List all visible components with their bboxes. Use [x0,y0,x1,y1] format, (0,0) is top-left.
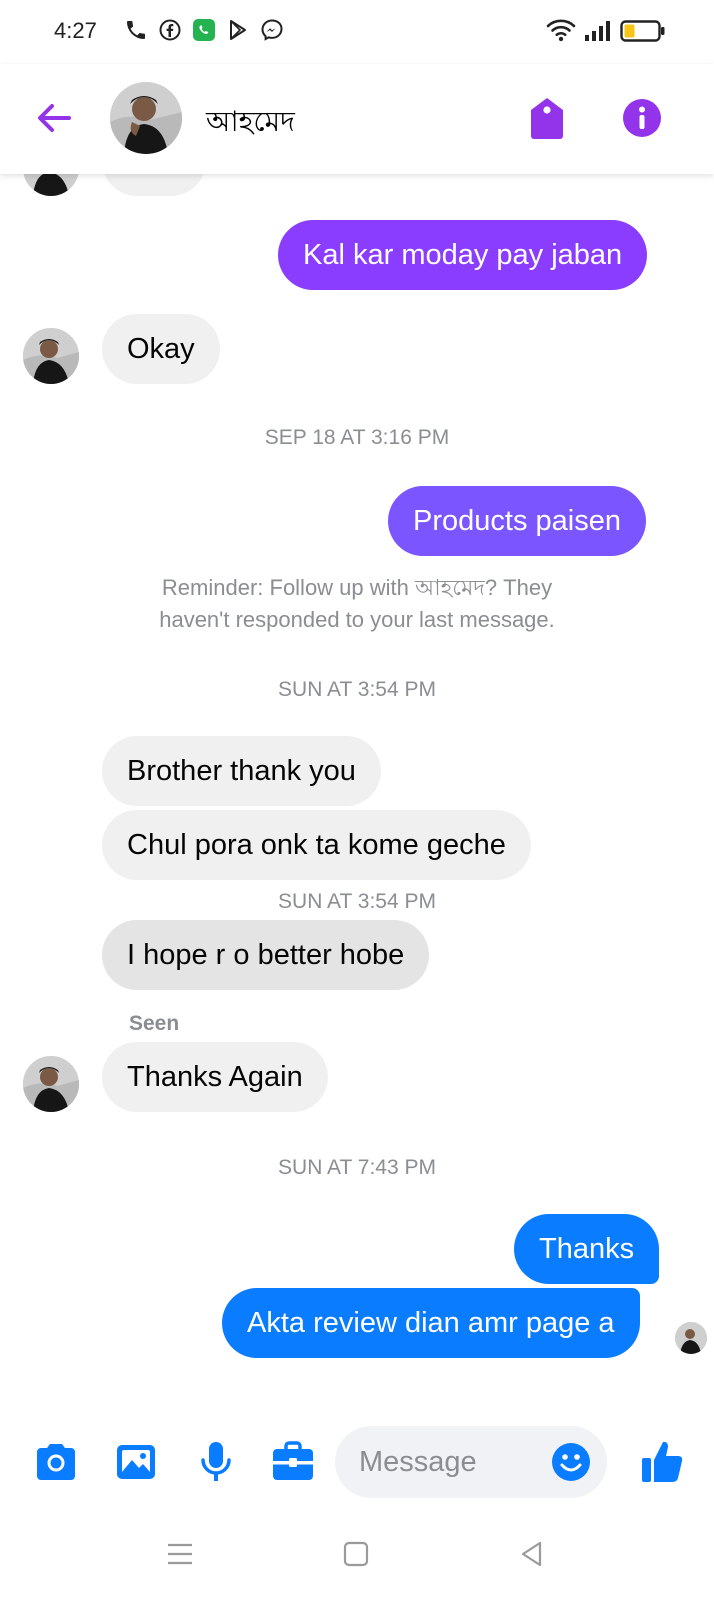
message-bubble-partial[interactable] [102,174,206,196]
timestamp: SEP 18 AT 3:16 PM [264,426,450,449]
contact-avatar-small [23,328,79,384]
message-bubble-incoming-selected[interactable]: I hope r o better hobe [102,920,430,990]
read-receipt-avatar [675,1322,707,1354]
seen-indicator: Seen [129,1012,180,1035]
play-store-icon [226,18,250,42]
status-bar: 4:27 [0,0,714,64]
wifi-icon [546,18,576,49]
microphone-icon[interactable] [193,1440,239,1484]
timestamp: SUN AT 7:43 PM [278,1156,436,1179]
tag-icon[interactable] [528,96,566,140]
signal-icon [584,20,612,47]
contact-name[interactable]: আহমেদ [206,100,295,147]
message-list[interactable]: Kal kar moday pay jaban Okay SEP 18 AT 3… [0,174,714,1414]
system-nav-bar [0,1510,714,1599]
message-bubble-outgoing[interactable]: Akta review dian amr page a [222,1288,640,1358]
briefcase-icon[interactable] [270,1440,316,1484]
thumbs-up-icon[interactable] [640,1438,684,1484]
reminder-line-1: Reminder: Follow up with আহমেদ? They [161,575,553,600]
message-bubble-outgoing[interactable]: Products paisen [388,486,646,556]
back-triangle-icon[interactable] [516,1538,548,1570]
contact-avatar-small [23,174,79,196]
home-square-icon[interactable] [340,1538,372,1570]
message-bubble-incoming[interactable]: Thanks Again [102,1042,328,1112]
info-icon[interactable] [622,98,662,138]
message-bubble-incoming[interactable]: Brother thank you [102,736,381,806]
timestamp: SUN AT 3:54 PM [278,890,436,913]
gallery-icon[interactable] [113,1440,159,1484]
message-bubble-incoming[interactable]: Chul pora onk ta kome geche [102,810,531,880]
composer-bar [0,1414,714,1510]
battery-icon [620,19,666,48]
chat-header: আহমেদ [0,64,714,174]
emoji-icon[interactable] [551,1442,591,1482]
back-arrow-icon[interactable] [34,98,74,138]
phone-call-icon [124,18,148,42]
message-bubble-outgoing[interactable]: Kal kar moday pay jaban [278,220,648,290]
contact-avatar[interactable] [110,82,182,154]
reminder-line-2: haven't responded to your last message. [159,607,555,632]
message-bubble-outgoing[interactable]: Thanks [514,1214,660,1284]
messenger-icon [260,18,284,42]
timestamp: SUN AT 3:54 PM [278,678,436,701]
whatsapp-icon [192,18,216,42]
message-bubble-incoming[interactable]: Okay [102,314,220,384]
menu-icon[interactable] [164,1538,196,1570]
contact-avatar-small [23,1056,79,1112]
camera-icon[interactable] [33,1440,79,1484]
status-time: 4:27 [54,18,97,43]
facebook-icon [158,18,182,42]
